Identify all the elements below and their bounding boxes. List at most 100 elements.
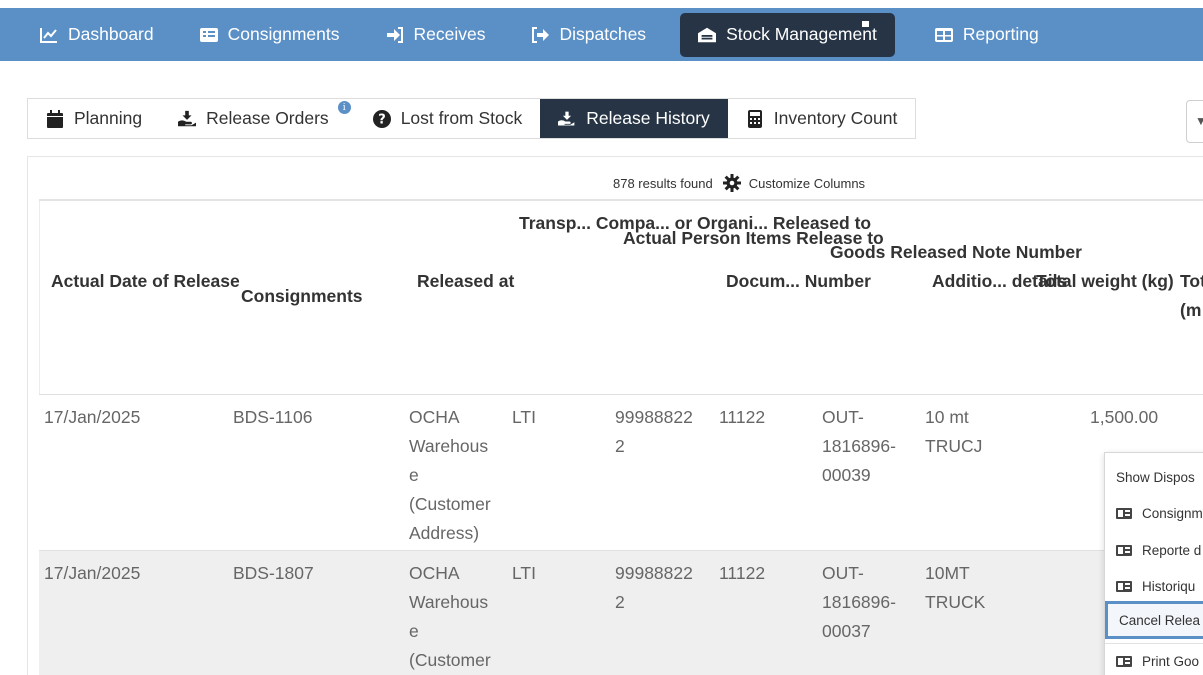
- hand-release-icon: [558, 110, 576, 128]
- cell-line: 2: [615, 592, 625, 612]
- header-line: Actual: [623, 228, 677, 248]
- tab-inventory-count[interactable]: Inventory Count: [728, 99, 916, 138]
- tab-lost-from-stock[interactable]: ? Lost from Stock: [355, 99, 541, 138]
- stock-subtabs: Planning Release Orders i ? Lost from St…: [27, 98, 917, 139]
- header-line: Transp...: [519, 213, 591, 233]
- header-line: (m: [1180, 300, 1202, 320]
- notification-dot: [861, 20, 869, 27]
- header-total-volume[interactable]: Tot (m: [1180, 267, 1203, 325]
- header-line: Docum...: [726, 271, 800, 291]
- cell-line: Address): [409, 523, 480, 543]
- cell-line: Warehous: [409, 592, 489, 612]
- menu-history[interactable]: Historiqu: [1105, 568, 1203, 604]
- results-bar: 878 results found Customize Columns: [613, 174, 865, 192]
- nav-reporting-label: Reporting: [962, 24, 1039, 44]
- svg-text:?: ?: [378, 112, 386, 127]
- id-card-icon: [1116, 655, 1134, 667]
- menu-item-label: Show Dispos: [1116, 469, 1195, 485]
- cell-details: 10MT TRUCK: [925, 559, 985, 617]
- header-grn-number[interactable]: Goods Released Note Number: [830, 238, 1082, 267]
- header-line: Goods: [830, 242, 886, 262]
- cell-line: (Customer: [409, 650, 491, 670]
- line-chart-icon: [40, 26, 58, 44]
- header-line: Note: [972, 242, 1011, 262]
- menu-print-goods[interactable]: Print Goo: [1105, 643, 1203, 675]
- menu-item-label: Reporte d: [1142, 542, 1202, 558]
- header-line: Number: [804, 271, 871, 291]
- header-line: Person: [681, 228, 741, 248]
- results-count: 878 results found: [613, 175, 713, 191]
- cell-transport: LTI: [512, 563, 536, 583]
- options-dropdown[interactable]: ▼: [1186, 100, 1203, 143]
- cell-line: 1816896-: [822, 592, 896, 612]
- nav-receives-label: Receives: [413, 24, 486, 44]
- header-line: at: [498, 271, 515, 291]
- tab-lost-from-stock-label: Lost from Stock: [400, 108, 523, 128]
- tab-release-orders[interactable]: Release Orders i: [160, 99, 355, 138]
- cell-line: 99988822: [615, 407, 693, 427]
- cell-line: (Customer: [409, 494, 491, 514]
- id-card-icon: [1116, 544, 1134, 556]
- customize-columns-link[interactable]: Customize Columns: [749, 176, 865, 191]
- cell-consignment[interactable]: BDS-1807: [233, 559, 314, 588]
- header-document-number[interactable]: Docum... Number: [726, 267, 871, 296]
- cell-line: OUT-: [822, 407, 864, 427]
- nav-reporting[interactable]: Reporting: [923, 13, 1051, 57]
- header-released-at[interactable]: Released at: [417, 267, 514, 296]
- cell-line: 00039: [822, 465, 871, 485]
- top-navigation: Dashboard Consignments Receives Dispatch…: [0, 0, 1203, 61]
- tab-release-history[interactable]: Release History: [540, 99, 728, 138]
- header-line: Items: [745, 228, 792, 248]
- menu-item-label: Print Goo: [1142, 653, 1200, 669]
- cell-transport: LTI: [512, 407, 536, 427]
- nav-consignments-label: Consignments: [227, 24, 340, 44]
- header-line: Total weight: [1036, 271, 1137, 291]
- menu-item-label: Cancel Relea: [1119, 612, 1201, 628]
- header-line: Number: [1015, 242, 1082, 262]
- cell-details: 10 mt TRUCJ: [925, 403, 982, 461]
- calendar-icon: [46, 109, 64, 128]
- menu-report[interactable]: Reporte d: [1105, 532, 1203, 568]
- tab-planning[interactable]: Planning: [28, 99, 160, 138]
- header-total-weight[interactable]: Total weight (kg): [1036, 267, 1174, 296]
- nav-dispatches-label: Dispatches: [559, 24, 647, 44]
- header-consignments[interactable]: Consignments: [241, 282, 363, 311]
- header-line: Additio...: [932, 271, 1007, 291]
- nav-dashboard[interactable]: Dashboard: [28, 13, 166, 57]
- warehouse-icon: [698, 26, 717, 44]
- cell-released-at: OCHA Warehous e (Customer: [409, 559, 491, 675]
- list-card-icon: [199, 26, 218, 44]
- header-actual-date[interactable]: Actual Date of Release: [51, 267, 240, 296]
- header-line: Release: [173, 271, 240, 291]
- tab-release-history-label: Release History: [586, 108, 710, 128]
- question-circle-icon: ?: [372, 109, 391, 128]
- nav-consignments[interactable]: Consignments: [188, 13, 352, 57]
- menu-item-label: Historiqu: [1142, 578, 1196, 594]
- menu-cancel-release[interactable]: Cancel Relea: [1105, 601, 1203, 639]
- cell-grn: OUT- 1816896- 00037: [822, 559, 896, 646]
- nav-stock-management[interactable]: Stock Management: [680, 12, 895, 57]
- cell-person: 99988822 2: [615, 403, 693, 461]
- menu-consignment[interactable]: Consignm: [1105, 495, 1203, 531]
- cell-line: 10MT: [925, 563, 970, 583]
- row-actions-menu: Show Dispos Consignm Reporte d Historiqu…: [1104, 452, 1203, 675]
- header-line: Released: [890, 242, 968, 262]
- nav-receives[interactable]: Receives: [374, 13, 498, 57]
- cell-line: 10 mt: [925, 407, 969, 427]
- header-line: Actual Date of: [51, 271, 169, 291]
- cell-line: OCHA: [409, 407, 460, 427]
- cell-line: e: [409, 465, 419, 485]
- cell-date: 17/Jan/2025: [44, 563, 141, 583]
- cell-consignment[interactable]: BDS-1106: [233, 403, 312, 432]
- cell-line: Warehous: [409, 436, 489, 456]
- nav-stock-management-label: Stock Management: [726, 24, 877, 44]
- hand-up-icon: [178, 110, 197, 128]
- id-card-icon: [1116, 580, 1134, 592]
- cell-line: TRUCJ: [925, 436, 983, 456]
- tab-planning-label: Planning: [74, 108, 143, 128]
- menu-show-dispositions[interactable]: Show Dispos: [1105, 459, 1203, 495]
- gear-icon[interactable]: [722, 174, 741, 192]
- nav-dispatches[interactable]: Dispatches: [519, 13, 658, 57]
- chevron-down-icon: ▼: [1195, 114, 1203, 128]
- menu-item-label: Consignm: [1142, 505, 1203, 521]
